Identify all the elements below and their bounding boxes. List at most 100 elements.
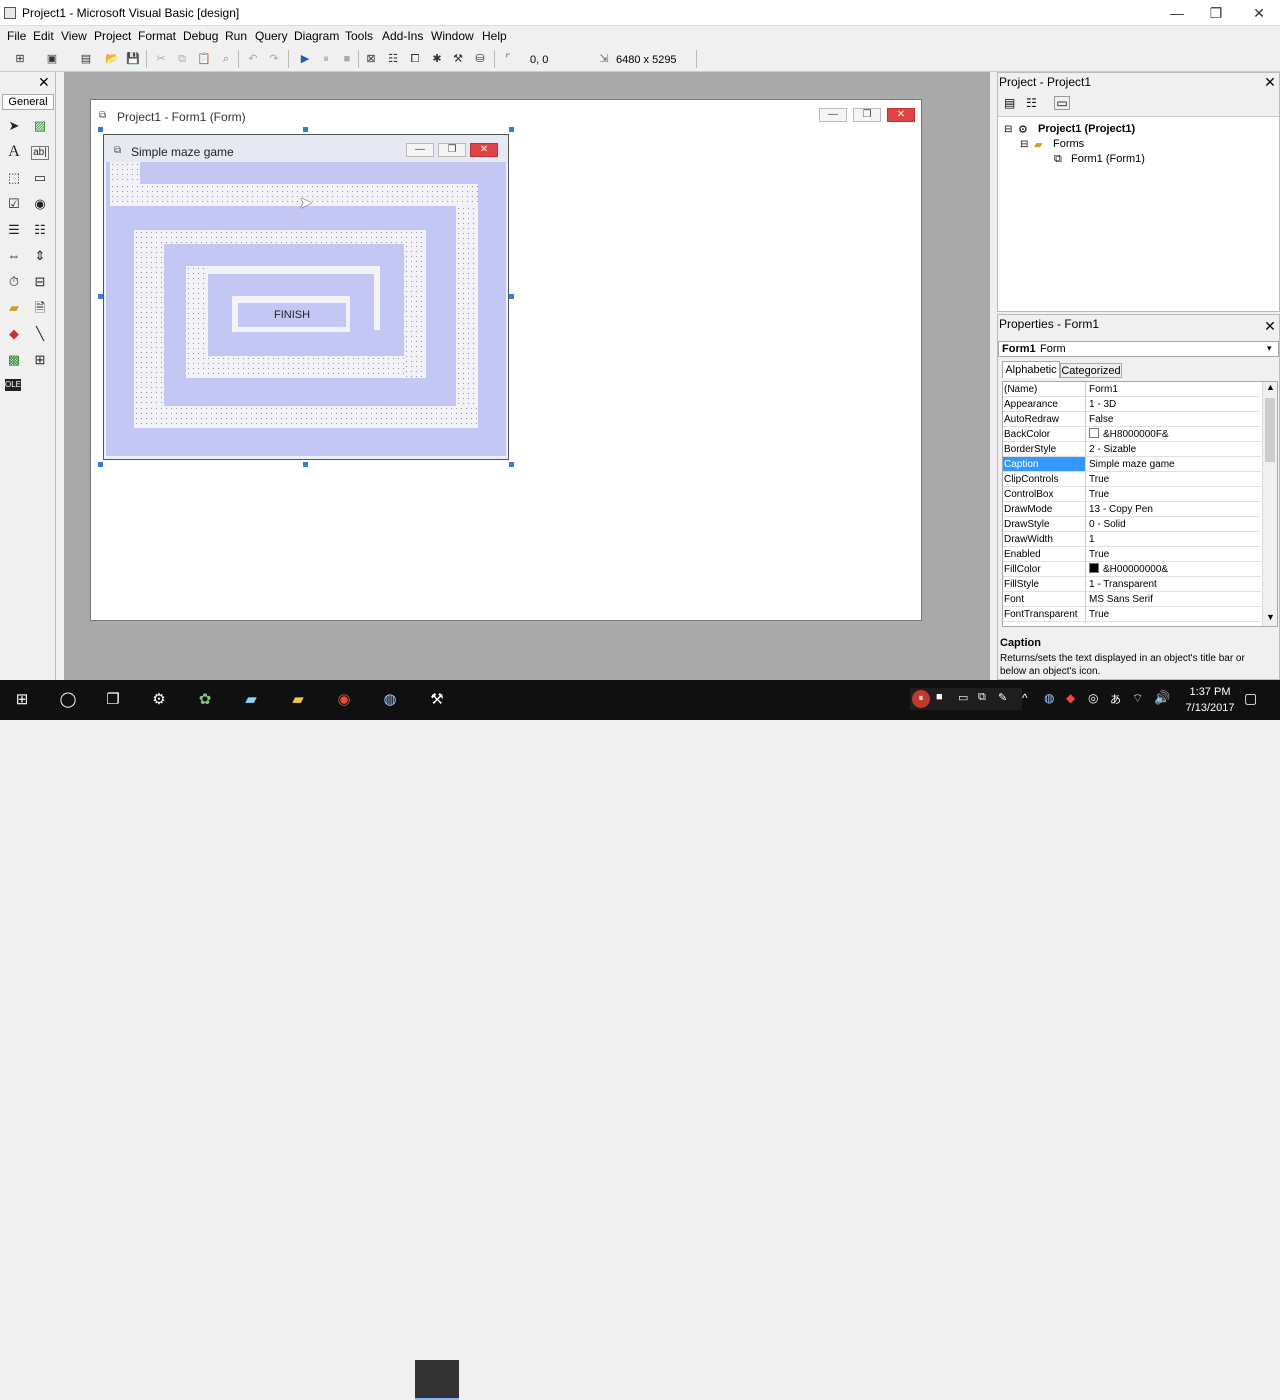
paste-icon[interactable]: 📋 <box>196 52 212 66</box>
property-value[interactable]: True <box>1085 487 1261 502</box>
property-row[interactable]: Appearance 1 - 3D <box>1003 397 1261 412</box>
find-icon[interactable]: ⌕ <box>218 52 234 66</box>
property-value[interactable]: Simple maze game <box>1085 457 1261 472</box>
property-value[interactable]: True <box>1085 547 1261 562</box>
property-value[interactable]: 13 - Copy Pen <box>1085 502 1261 517</box>
menu-edit[interactable]: Edit <box>33 29 54 43</box>
menu-help[interactable]: Help <box>482 29 507 43</box>
ime-icon[interactable]: あ <box>1110 691 1121 707</box>
network-icon[interactable]: ⌔ <box>1132 691 1143 706</box>
taskbar-active-app[interactable] <box>415 1360 459 1400</box>
menu-file[interactable]: File <box>7 29 26 43</box>
system-clock[interactable]: 1:37 PM 7/13/2017 <box>1170 684 1250 716</box>
view-object-icon[interactable]: ☷ <box>1026 96 1037 110</box>
ole-tool-icon[interactable]: OLE <box>5 379 21 391</box>
window-icon[interactable]: ▭ <box>958 691 968 704</box>
properties-close-icon[interactable]: ✕ <box>1262 318 1278 335</box>
project-tree-folder[interactable]: Forms <box>1053 138 1084 150</box>
pointer-tool-icon[interactable]: ➤ <box>5 117 23 135</box>
view-code-icon[interactable]: ▤ <box>1004 96 1015 110</box>
filelistbox-tool-icon[interactable]: 🗎 <box>31 299 49 317</box>
resize-handle[interactable] <box>509 127 514 132</box>
tree-collapse-icon[interactable]: ⊟ <box>1004 124 1012 135</box>
designer-minimize-button[interactable]: — <box>819 108 847 122</box>
drivelistbox-tool-icon[interactable]: ⊟ <box>31 273 49 291</box>
cut-icon[interactable]: ✂ <box>153 52 169 66</box>
tree-collapse-icon[interactable]: ⊟ <box>1020 139 1028 150</box>
resize-handle[interactable] <box>303 462 308 467</box>
property-value[interactable]: True <box>1085 607 1261 622</box>
steam-tray-icon[interactable]: ◍ <box>1044 691 1054 705</box>
property-row[interactable]: Font MS Sans Serif <box>1003 592 1261 607</box>
data-view-icon[interactable]: ⛁ <box>472 52 488 66</box>
pen-icon[interactable]: ✎ <box>998 691 1007 704</box>
menu-debug[interactable]: Debug <box>183 29 218 43</box>
toolbox-icon[interactable]: ⚒ <box>450 52 466 66</box>
project-explorer-icon[interactable]: ⊠ <box>363 52 379 66</box>
picturebox-tool-icon[interactable]: ▨ <box>31 117 49 135</box>
combobox-tool-icon[interactable]: ☰ <box>5 221 23 239</box>
toolbox-close-icon[interactable]: ✕ <box>38 74 50 91</box>
form-restore-button[interactable]: ❐ <box>438 143 466 157</box>
app-icon[interactable]: ▰ <box>240 689 262 711</box>
menu-editor-icon[interactable]: ▤ <box>78 52 94 66</box>
add-project-icon[interactable]: ⊞ <box>12 52 28 66</box>
resize-handle[interactable] <box>509 294 514 299</box>
undo-icon[interactable]: ↶ <box>245 52 261 66</box>
listbox-tool-icon[interactable]: ☷ <box>31 221 49 239</box>
properties-window-icon[interactable]: ☷ <box>385 52 401 66</box>
project-close-icon[interactable]: ✕ <box>1262 74 1278 91</box>
scroll-up-icon[interactable]: ▲ <box>1266 382 1275 392</box>
tray-chevron-icon[interactable]: ^ <box>1022 691 1028 705</box>
screenshot-icon[interactable]: ⧉ <box>978 691 986 704</box>
menu-run[interactable]: Run <box>225 29 247 43</box>
record-icon[interactable]: ⏸ <box>912 690 930 708</box>
toolbox-tab-general[interactable]: General <box>2 94 54 110</box>
minimize-button[interactable]: — <box>1166 4 1188 22</box>
menu-tools[interactable]: Tools <box>345 29 373 43</box>
stop-icon[interactable]: ■ <box>936 691 943 703</box>
property-row[interactable]: ControlBox True <box>1003 487 1261 502</box>
chrome-icon[interactable]: ◉ <box>333 689 355 711</box>
resize-handle[interactable] <box>303 127 308 132</box>
property-row[interactable]: DrawStyle 0 - Solid <box>1003 517 1261 532</box>
property-row[interactable]: BackColor &H8000000F& <box>1003 427 1261 442</box>
property-value[interactable]: 1 <box>1085 532 1261 547</box>
shape-tool-icon[interactable]: ◆ <box>5 325 23 343</box>
property-value[interactable]: 2 - Sizable <box>1085 442 1261 457</box>
resize-handle[interactable] <box>98 127 103 132</box>
menu-addins[interactable]: Add-Ins <box>382 29 423 43</box>
property-row[interactable]: AutoRedraw False <box>1003 412 1261 427</box>
textbox-tool-icon[interactable]: ab| <box>31 146 49 160</box>
property-row[interactable]: FontTransparent True <box>1003 607 1261 622</box>
form-minimize-button[interactable]: — <box>406 143 434 157</box>
start-icon[interactable]: ▶ <box>297 52 313 66</box>
open-project-icon[interactable]: 📂 <box>104 52 120 66</box>
search-icon[interactable]: ◯ <box>57 689 79 711</box>
property-value[interactable]: &H8000000F& <box>1085 427 1261 442</box>
menu-format[interactable]: Format <box>138 29 176 43</box>
break-icon[interactable]: ⏸ <box>318 52 334 66</box>
menu-diagram[interactable]: Diagram <box>294 29 339 43</box>
menu-view[interactable]: View <box>61 29 87 43</box>
optionbutton-tool-icon[interactable]: ◉ <box>31 195 49 213</box>
tray-app-icon[interactable]: ◆ <box>1066 691 1075 705</box>
property-row[interactable]: (Name) Form1 <box>1003 382 1261 397</box>
frame-tool-icon[interactable]: ⬚ <box>5 169 23 187</box>
property-value[interactable]: False <box>1085 412 1261 427</box>
property-row[interactable]: DrawWidth 1 <box>1003 532 1261 547</box>
visual-basic-icon[interactable]: ⚒ <box>426 689 448 711</box>
property-value[interactable]: 0 - Solid <box>1085 517 1261 532</box>
property-row[interactable]: BorderStyle 2 - Sizable <box>1003 442 1261 457</box>
property-row[interactable]: Enabled True <box>1003 547 1261 562</box>
tab-alphabetic[interactable]: Alphabetic <box>1002 361 1060 378</box>
line-tool-icon[interactable]: ╲ <box>31 325 49 343</box>
steam-icon[interactable]: ◍ <box>379 689 401 711</box>
task-view-icon[interactable]: ❐ <box>102 689 124 711</box>
checkbox-tool-icon[interactable]: ☑ <box>5 195 23 213</box>
property-value[interactable]: MS Sans Serif <box>1085 592 1261 607</box>
vscrollbar-tool-icon[interactable]: ⇕ <box>31 247 49 265</box>
tab-categorized[interactable]: Categorized <box>1060 363 1122 378</box>
object-selector[interactable]: Form1 Form ▾ <box>998 341 1279 357</box>
property-value[interactable]: True <box>1085 472 1261 487</box>
